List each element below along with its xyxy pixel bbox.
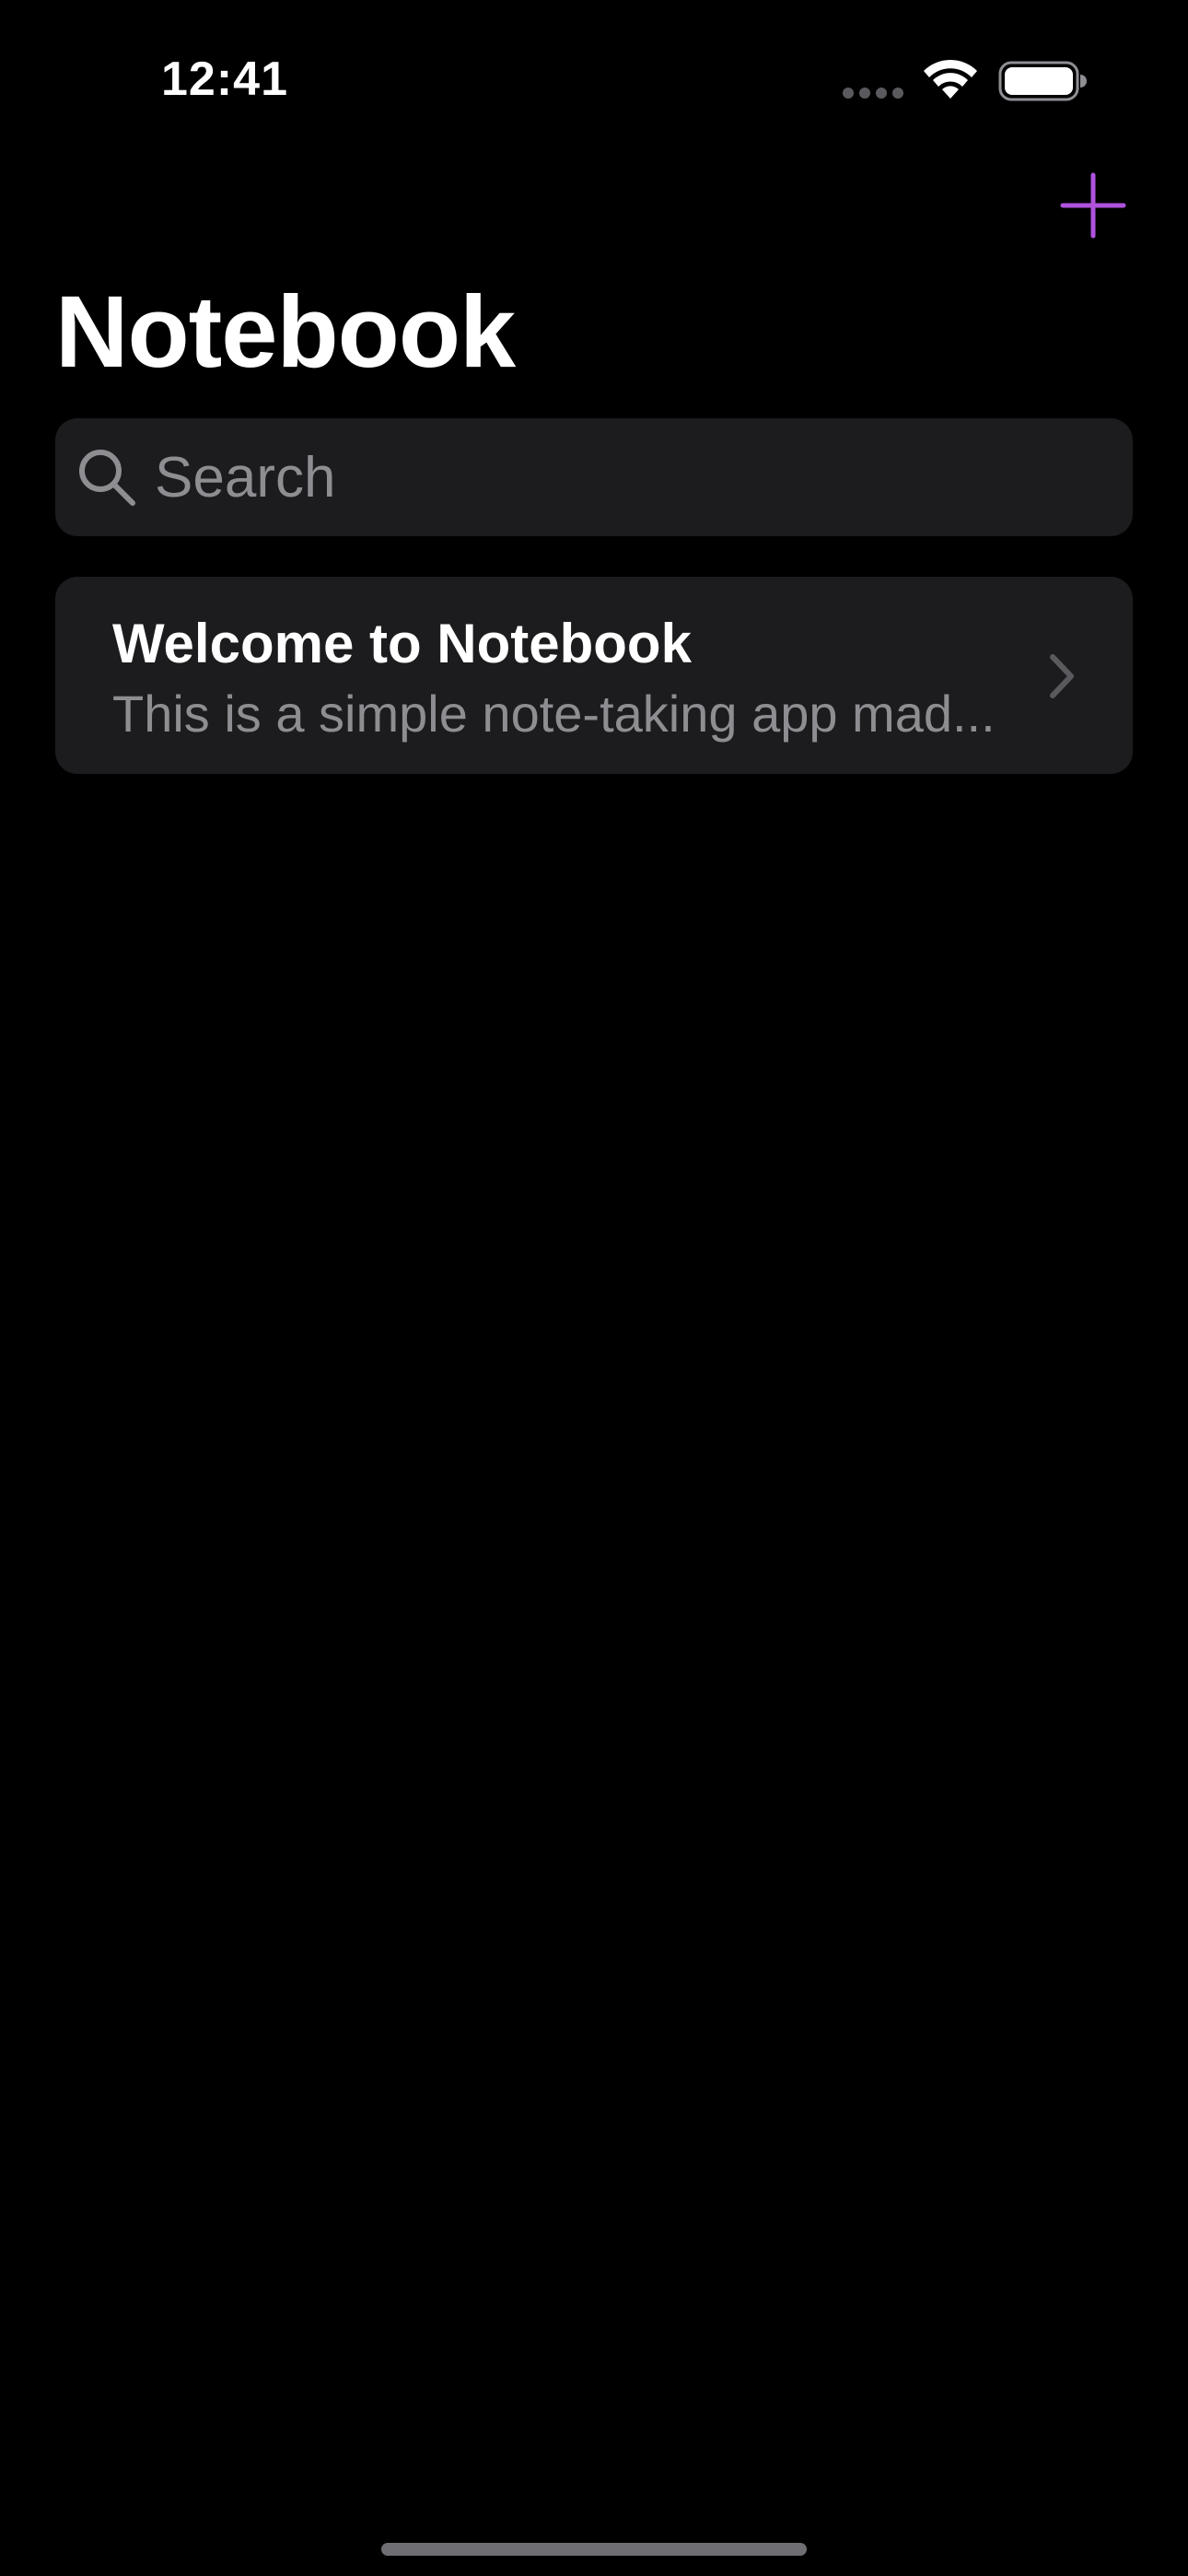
battery-icon bbox=[998, 61, 1087, 101]
search-bar[interactable] bbox=[55, 418, 1133, 536]
status-time: 12:41 bbox=[161, 53, 288, 106]
note-preview: This is a simple note-taking app mad... bbox=[112, 685, 996, 743]
note-list-item[interactable]: Welcome to Notebook This is a simple not… bbox=[55, 577, 1133, 774]
home-indicator[interactable] bbox=[381, 2543, 807, 2556]
plus-icon bbox=[1060, 172, 1126, 239]
add-note-button[interactable] bbox=[1059, 171, 1127, 240]
chevron-right-icon bbox=[1050, 654, 1074, 698]
search-input[interactable] bbox=[155, 418, 1112, 536]
cellular-signal-icon bbox=[843, 88, 903, 99]
page-title: Notebook bbox=[55, 275, 516, 389]
search-icon bbox=[79, 450, 135, 506]
wifi-icon bbox=[924, 59, 977, 99]
note-title: Welcome to Notebook bbox=[112, 613, 692, 674]
status-bar: 12:41 bbox=[0, 0, 1188, 157]
